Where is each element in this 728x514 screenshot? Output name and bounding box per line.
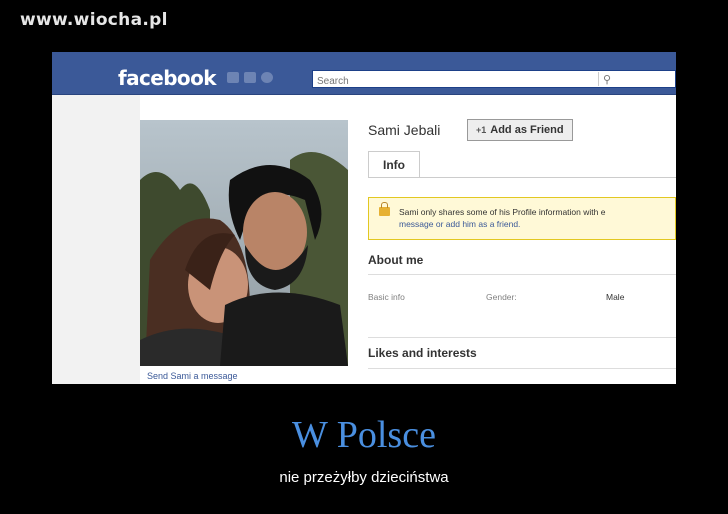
add-friend-label: Add as Friend bbox=[490, 124, 564, 136]
likes-divider bbox=[368, 368, 676, 369]
about-me-heading: About me bbox=[368, 253, 424, 267]
search-input[interactable] bbox=[313, 73, 601, 90]
profile-name: Sami Jebali bbox=[368, 122, 441, 138]
notifications-globe-icon[interactable] bbox=[261, 72, 273, 83]
basic-info-divider bbox=[368, 337, 676, 338]
notice-links[interactable]: message or add him as a friend. bbox=[399, 219, 520, 229]
add-friend-icon: +1 bbox=[476, 125, 487, 135]
lock-icon bbox=[379, 202, 390, 216]
notice-text: Sami only shares some of his Profile inf… bbox=[399, 207, 606, 217]
tab-info[interactable]: Info bbox=[368, 151, 420, 178]
tab-divider bbox=[368, 177, 676, 178]
basic-info-label: Basic info bbox=[368, 292, 405, 302]
search-divider bbox=[598, 72, 599, 86]
facebook-logo[interactable]: facebook bbox=[118, 66, 217, 90]
search-icon[interactable]: ⚲ bbox=[603, 73, 611, 86]
friend-requests-icon[interactable] bbox=[227, 72, 239, 83]
messages-icon[interactable] bbox=[244, 72, 256, 83]
caption-subtitle: nie przeżyłby dzieciństwa bbox=[279, 469, 449, 486]
privacy-notice: Sami only shares some of his Profile inf… bbox=[368, 197, 676, 240]
gender-value: Male bbox=[606, 292, 625, 302]
search-box[interactable]: ⚲ bbox=[312, 70, 676, 90]
caption-title: W Polsce bbox=[292, 414, 436, 456]
about-divider bbox=[368, 274, 676, 275]
facebook-top-bar: facebook ⚲ bbox=[52, 52, 676, 95]
likes-interests-heading: Likes and interests bbox=[368, 346, 477, 360]
left-sidebar bbox=[52, 95, 140, 384]
screenshot-frame: facebook ⚲ bbox=[52, 52, 676, 384]
notification-icons bbox=[227, 72, 273, 83]
send-message-link[interactable]: Send Sami a message bbox=[147, 371, 238, 381]
profile-photo[interactable] bbox=[140, 120, 348, 366]
gender-label: Gender: bbox=[486, 292, 517, 302]
watermark: www.wiocha.pl bbox=[20, 10, 168, 30]
add-friend-button[interactable]: +1 Add as Friend bbox=[467, 119, 573, 141]
